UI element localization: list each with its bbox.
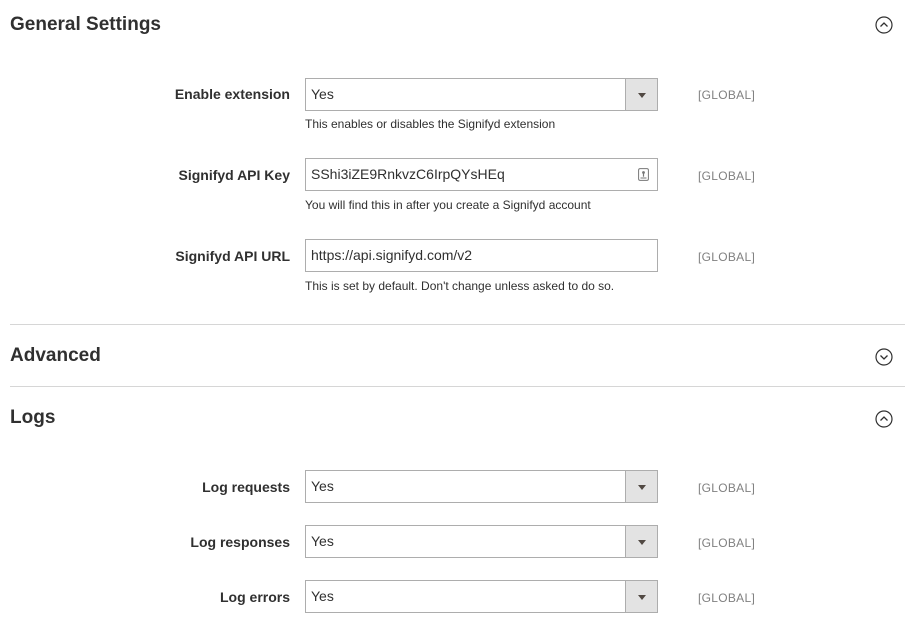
dropdown-arrow-icon xyxy=(637,92,646,98)
api-url-label: Signifyd API URL xyxy=(175,248,290,264)
enable-extension-note: This enables or disables the Signifyd ex… xyxy=(305,117,556,131)
general-settings-header[interactable]: General Settings xyxy=(10,12,905,52)
logs-title: Logs xyxy=(10,407,56,428)
log-requests-select[interactable]: Yes xyxy=(305,470,658,503)
log-requests-dropdown-button[interactable] xyxy=(625,471,657,502)
log-errors-dropdown-button[interactable] xyxy=(625,581,657,612)
chevron-up-circle-icon[interactable] xyxy=(875,410,893,428)
log-requests-scope: [GLOBAL] xyxy=(698,481,756,495)
api-key-label: Signifyd API Key xyxy=(178,167,290,183)
log-errors-scope: [GLOBAL] xyxy=(698,591,756,605)
dropdown-arrow-icon xyxy=(637,539,646,545)
section-divider xyxy=(10,386,905,387)
dropdown-arrow-icon xyxy=(637,484,646,490)
advanced-header[interactable]: Advanced xyxy=(10,343,905,383)
log-responses-scope: [GLOBAL] xyxy=(698,536,756,550)
enable-extension-scope: [GLOBAL] xyxy=(698,88,756,102)
log-requests-label: Log requests xyxy=(202,479,290,495)
password-manager-icon[interactable] xyxy=(638,168,649,181)
enable-extension-label: Enable extension xyxy=(174,86,290,102)
logs-header[interactable]: Logs xyxy=(10,405,905,445)
api-key-scope: [GLOBAL] xyxy=(698,169,756,183)
log-responses-label: Log responses xyxy=(190,534,290,550)
log-errors-label: Log errors xyxy=(219,589,290,605)
chevron-down-circle-icon[interactable] xyxy=(875,348,893,366)
log-responses-dropdown-button[interactable] xyxy=(625,526,657,557)
section-divider xyxy=(10,324,905,325)
log-errors-select[interactable]: Yes xyxy=(305,580,658,613)
log-requests-value: Yes xyxy=(311,478,334,494)
api-key-note: You will find this in after you create a… xyxy=(305,198,591,212)
advanced-title: Advanced xyxy=(10,345,101,366)
chevron-up-circle-icon[interactable] xyxy=(875,16,893,34)
api-url-value: https://api.signifyd.com/v2 xyxy=(311,247,473,263)
log-responses-value: Yes xyxy=(311,533,334,549)
log-responses-select[interactable]: Yes xyxy=(305,525,658,558)
dropdown-arrow-icon xyxy=(637,594,646,600)
api-url-scope: [GLOBAL] xyxy=(698,250,756,264)
api-url-input[interactable]: https://api.signifyd.com/v2 xyxy=(305,239,658,272)
api-key-value: SShi3iZE9RnkvzC6IrpQYsHEq xyxy=(311,166,505,182)
api-key-input[interactable]: SShi3iZE9RnkvzC6IrpQYsHEq xyxy=(305,158,658,191)
log-errors-value: Yes xyxy=(311,588,334,604)
enable-extension-value: Yes xyxy=(311,86,334,102)
enable-extension-select[interactable]: Yes xyxy=(305,78,658,111)
general-settings-title: General Settings xyxy=(10,14,161,35)
enable-extension-dropdown-button[interactable] xyxy=(625,79,657,110)
api-url-note: This is set by default. Don't change unl… xyxy=(305,279,615,293)
